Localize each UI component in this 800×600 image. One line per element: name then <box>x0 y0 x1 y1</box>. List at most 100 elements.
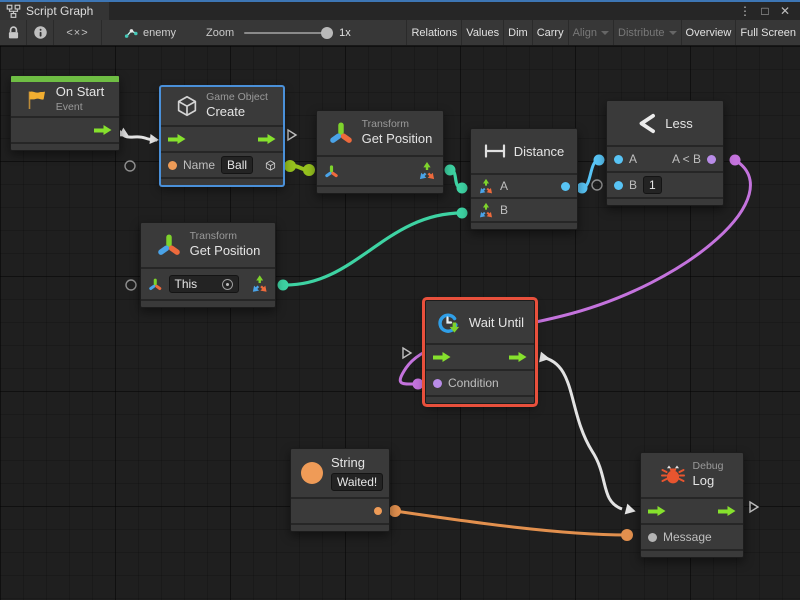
vector3-output-port[interactable] <box>418 161 436 181</box>
node-header: Debug Log <box>641 453 743 497</box>
string-icon <box>301 462 323 484</box>
dropdown-arrow-icon <box>669 31 677 35</box>
transform-input-port[interactable] <box>324 164 339 179</box>
lock-button[interactable] <box>0 20 27 45</box>
flow-out-port[interactable] <box>258 133 276 145</box>
wire-string-to-log-message[interactable] <box>389 505 633 541</box>
wire-create-to-getposition[interactable] <box>284 160 315 176</box>
message-input-port[interactable] <box>648 533 657 542</box>
name-input-port[interactable] <box>168 161 177 170</box>
port-row-b: B 1 <box>607 171 723 197</box>
node-title: Get Position <box>190 243 261 259</box>
port-a-label: A <box>500 179 508 193</box>
graph-breadcrumb[interactable]: enemy <box>124 26 176 40</box>
string-output-port[interactable] <box>374 507 382 515</box>
info-icon <box>33 25 48 40</box>
toolbar-buttons: Relations Values Dim Carry Align Distrib… <box>406 20 800 45</box>
node-get-position-top[interactable]: Transform Get Position <box>316 110 444 194</box>
port-b-label: B <box>629 178 637 192</box>
vector3-input-port-a[interactable] <box>478 178 494 195</box>
wire-getposition2-to-distance-b[interactable] <box>278 208 468 291</box>
values-button[interactable]: Values <box>461 20 503 45</box>
tab-script-graph[interactable]: Script Graph <box>0 2 109 20</box>
window-controls: ⋮ □ ✕ <box>738 2 800 20</box>
graph-canvas[interactable]: On Start Event Game Object Create <box>0 46 800 600</box>
node-subtitle: Transform <box>190 230 261 243</box>
node-get-position-bottom[interactable]: Transform Get Position This <box>140 222 276 308</box>
string-value-input[interactable]: Waited! <box>331 473 383 491</box>
node-footer <box>641 549 743 557</box>
overview-button[interactable]: Overview <box>681 20 736 45</box>
flow-in-port[interactable] <box>168 133 186 145</box>
code-view-label: <×> <box>66 27 88 39</box>
distance-output-port[interactable] <box>561 182 570 191</box>
zoom-slider-handle[interactable] <box>321 27 333 39</box>
wire-getposition-to-distance-a[interactable] <box>445 165 468 194</box>
align-label: Align <box>573 27 597 39</box>
node-header: Wait Until <box>426 301 534 343</box>
object-picker-icon[interactable] <box>222 279 233 290</box>
node-header: Less <box>607 101 723 145</box>
transform-icon <box>328 120 354 146</box>
vector3-output-port[interactable] <box>251 274 268 294</box>
condition-port-row: Condition <box>426 369 534 395</box>
align-dropdown[interactable]: Align <box>568 20 613 45</box>
flag-icon <box>26 89 48 110</box>
wire-distance-to-less-a[interactable] <box>577 155 605 194</box>
wire-waituntil-to-log[interactable] <box>539 352 637 517</box>
b-value-input[interactable]: 1 <box>643 176 662 194</box>
node-title: Wait Until <box>469 315 524 330</box>
result-output-port[interactable] <box>707 155 716 164</box>
node-footer <box>317 185 443 193</box>
port-row-b: B <box>471 197 577 221</box>
node-footer <box>11 142 119 150</box>
node-string-literal[interactable]: String Waited! <box>290 448 390 532</box>
node-distance[interactable]: Distance A B <box>470 128 578 230</box>
condition-input-port[interactable] <box>433 379 442 388</box>
distribute-label: Distribute <box>618 27 664 39</box>
port-row-a: A A < B <box>607 145 723 171</box>
node-create-game-object[interactable]: Game Object Create Name Ball <box>160 86 284 186</box>
flow-port-row <box>11 116 119 142</box>
zoom-slider[interactable] <box>244 32 328 34</box>
node-title: Log <box>693 473 724 489</box>
node-less[interactable]: Less A A < B B 1 <box>606 100 724 206</box>
close-icon[interactable]: ✕ <box>778 4 792 18</box>
node-on-start[interactable]: On Start Event <box>10 75 120 151</box>
window-menu-icon[interactable]: ⋮ <box>738 4 752 18</box>
flow-out-port[interactable] <box>718 505 736 517</box>
target-input[interactable]: This <box>169 275 239 293</box>
node-title: Less <box>665 116 692 131</box>
node-footer <box>291 523 389 531</box>
code-view-button[interactable]: <×> <box>54 20 102 45</box>
flow-in-port[interactable] <box>433 351 451 363</box>
flow-out-port[interactable] <box>94 124 112 136</box>
node-subtitle: Game Object <box>206 91 268 104</box>
info-button[interactable] <box>27 20 54 45</box>
node-header: Transform Get Position <box>317 111 443 155</box>
flow-out-port[interactable] <box>509 351 527 363</box>
name-input[interactable]: Ball <box>221 156 253 174</box>
carry-button[interactable]: Carry <box>532 20 568 45</box>
target-value: This <box>175 276 198 292</box>
node-debug-log[interactable]: Debug Log Message <box>640 452 744 558</box>
relations-button[interactable]: Relations <box>406 20 461 45</box>
transform-input-port[interactable] <box>148 277 163 292</box>
script-graph-window: Script Graph ⋮ □ ✕ <×> enemy Zoom 1x Rel… <box>0 0 800 600</box>
message-label: Message <box>663 530 712 544</box>
node-subtitle: Transform <box>362 118 433 131</box>
vector3-input-port-b[interactable] <box>478 202 494 219</box>
input-port-b[interactable] <box>614 181 623 190</box>
flow-in-port[interactable] <box>648 505 666 517</box>
node-wait-until[interactable]: Wait Until Condition <box>425 300 535 404</box>
distribute-dropdown[interactable]: Distribute <box>613 20 680 45</box>
dim-button[interactable]: Dim <box>503 20 532 45</box>
game-object-output-port[interactable] <box>265 158 276 173</box>
input-port-a[interactable] <box>614 155 623 164</box>
zoom-label: Zoom <box>206 27 234 39</box>
maximize-icon[interactable]: □ <box>758 4 772 18</box>
zoom-value: 1x <box>339 27 351 39</box>
wire-onstart-to-create[interactable] <box>119 128 160 145</box>
graph-toolbar: <×> enemy Zoom 1x Relations Values Dim C… <box>0 20 800 46</box>
full-screen-button[interactable]: Full Screen <box>735 20 800 45</box>
